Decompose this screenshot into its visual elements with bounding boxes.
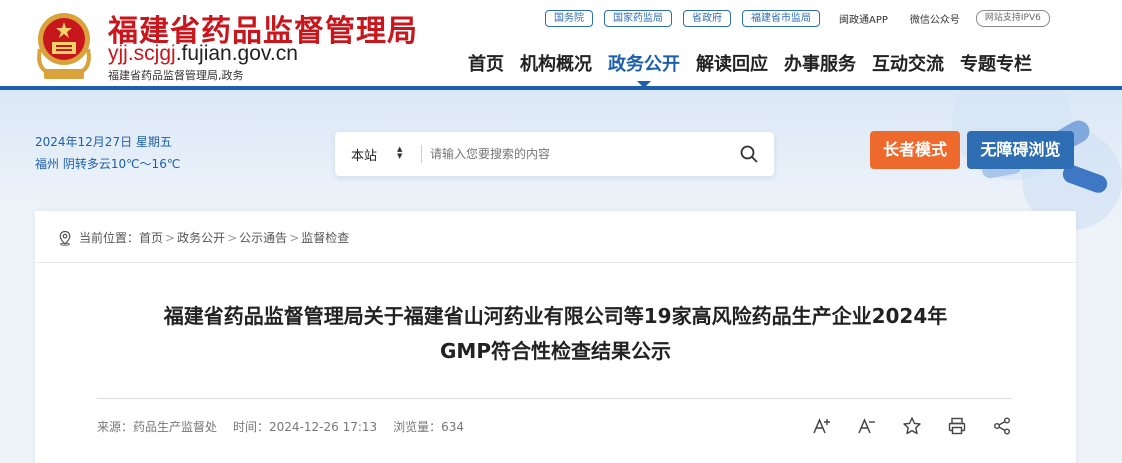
article-meta: 来源：药品生产监督处 时间：2024-12-26 17:13 浏览量：634	[97, 418, 480, 435]
search-bar: 本站 ▲ ▼	[335, 132, 774, 176]
breadcrumb-separator: >	[227, 230, 238, 245]
article-views: 浏览量：634	[393, 420, 465, 434]
site-header: 福建省药品监督管理局 yjj.scjgj.fujian.gov.cn 福建省药品…	[0, 0, 1122, 90]
breadcrumb-divider	[35, 262, 1076, 263]
location-pin-icon	[59, 230, 71, 246]
toplink-wechat[interactable]: 微信公众号	[910, 11, 960, 26]
meta-divider	[97, 398, 1012, 399]
site-subtitle: 福建省药品监督管理局,政务	[108, 69, 244, 82]
updown-arrows-icon[interactable]: ▲ ▼	[397, 146, 402, 160]
accessible-browse-button[interactable]: 无障碍浏览	[967, 131, 1074, 169]
toplink-app[interactable]: 闽政通APP	[839, 11, 888, 26]
breadcrumb-separator: >	[289, 230, 300, 245]
article-tools	[811, 415, 1036, 437]
font-increase-icon[interactable]	[811, 415, 833, 437]
nav-gov-affairs-label: 政务公开	[608, 54, 680, 75]
article-title: 福建省药品监督管理局关于福建省山河药业有限公司等19家高风险药品生产企业2024…	[95, 299, 1016, 369]
article-card: 当前位置： 首页 > 政务公开 > 公示通告 > 监督检查 福建省药品监督管理局…	[35, 211, 1076, 463]
nav-gov-affairs[interactable]: 政务公开	[608, 50, 680, 88]
star-icon[interactable]	[901, 415, 923, 437]
breadcrumb-label: 当前位置：	[79, 231, 140, 245]
breadcrumb: 当前位置： 首页 > 政务公开 > 公示通告 > 监督检查	[57, 229, 349, 246]
site-url-suffix: .fujian.gov.cn	[175, 42, 298, 65]
nav-about[interactable]: 机构概况	[520, 50, 592, 76]
national-emblem-icon[interactable]	[30, 9, 98, 81]
banner: 2024年12月27日 星期五 福州 阴转多云10℃～16℃ 本站 ▲▼ 长者模…	[0, 90, 1122, 230]
search-icon[interactable]	[739, 144, 759, 164]
nav-services[interactable]: 办事服务	[784, 50, 856, 76]
weather-info: 福州 阴转多云10℃～16℃	[35, 157, 181, 171]
share-icon[interactable]	[991, 415, 1013, 437]
top-links: 国务院 国家药监局 省政府 福建省市监局 闽政通APP 微信公众号 网站支持IP…	[545, 9, 1050, 27]
nav-topics[interactable]: 专题专栏	[960, 50, 1032, 76]
search-divider	[421, 145, 422, 163]
nav-interaction[interactable]: 互动交流	[872, 50, 944, 76]
font-decrease-icon[interactable]	[856, 415, 878, 437]
breadcrumb-home[interactable]: 首页	[139, 229, 163, 246]
article-time: 时间：2024-12-26 17:13	[233, 420, 378, 434]
breadcrumb-gov-affairs[interactable]: 政务公开	[177, 229, 225, 246]
nav-interpretation[interactable]: 解读回应	[696, 50, 768, 76]
search-scope-select[interactable]: 本站	[351, 145, 377, 164]
current-date: 2024年12月27日 星期五	[35, 135, 172, 149]
site-url-prefix: yjj.scjgj	[108, 42, 176, 65]
nav-home[interactable]: 首页	[468, 50, 504, 76]
toplink-nmpa[interactable]: 国家药监局	[604, 9, 672, 27]
breadcrumb-notices[interactable]: 公示通告	[239, 229, 287, 246]
ipv6-badge: 网站支持IPV6	[975, 9, 1050, 27]
toplink-provincial-gov[interactable]: 省政府	[683, 9, 731, 27]
article-source: 来源：药品生产监督处	[97, 420, 218, 434]
toplink-market-regulation[interactable]: 福建省市监局	[742, 9, 820, 27]
article-title-line2: GMP符合性检查结果公示	[440, 339, 671, 363]
print-icon[interactable]	[946, 415, 968, 437]
site-url: yjj.scjgj.fujian.gov.cn	[108, 42, 298, 66]
breadcrumb-inspection[interactable]: 监督检查	[301, 229, 349, 246]
elder-mode-button[interactable]: 长者模式	[870, 131, 960, 169]
toplink-state-council[interactable]: 国务院	[545, 9, 593, 27]
main-nav: 首页 机构概况 政务公开 解读回应 办事服务 互动交流 专题专栏	[460, 50, 1040, 88]
article-title-line1: 福建省药品监督管理局关于福建省山河药业有限公司等19家高风险药品生产企业2024…	[163, 304, 948, 328]
breadcrumb-separator: >	[165, 230, 176, 245]
search-input[interactable]	[430, 143, 720, 165]
